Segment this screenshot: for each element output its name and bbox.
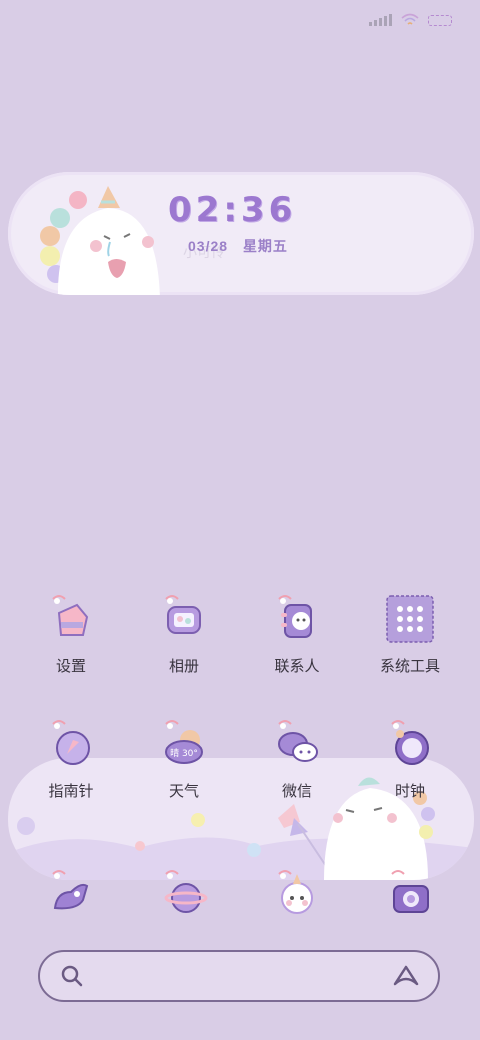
wechat-icon (273, 720, 321, 768)
signal-icon (369, 14, 392, 26)
dock-app-3[interactable] (241, 870, 353, 918)
app-label: 微信 (281, 783, 312, 800)
app-wechat[interactable]: 微信 (241, 720, 353, 801)
system-tools-icon (386, 595, 434, 643)
app-compass[interactable]: 指南针 (15, 720, 127, 801)
dock-app-2[interactable] (128, 870, 240, 918)
app-contacts[interactable]: 联系人 (241, 595, 353, 676)
unicorn-face-app-icon (273, 870, 321, 918)
clock-date: 03/28 (188, 238, 229, 254)
app-clock[interactable]: 时钟 (354, 720, 466, 801)
app-label: 相册 (168, 658, 199, 675)
weather-badge: 晴 30° (170, 747, 198, 759)
app-weather[interactable]: 晴 30° 天气 (128, 720, 240, 801)
compass-icon (47, 720, 95, 768)
clock-weekday: 星期五 (242, 238, 288, 254)
dock-app-1[interactable] (15, 870, 127, 918)
search-icon[interactable] (60, 964, 84, 988)
assistant-icon[interactable] (392, 964, 420, 988)
clock-widget[interactable]: 小可怜 02:36 03/28 星期五 (8, 172, 474, 295)
battery-icon (428, 14, 452, 26)
app-label: 时钟 (394, 783, 425, 800)
app-label: 天气 (168, 783, 199, 800)
clock-date-line: 03/28 星期五 (188, 236, 288, 256)
contacts-icon (273, 595, 321, 643)
unicorn-app-icon (47, 870, 95, 918)
weather-icon: 晴 30° (160, 720, 208, 768)
camera-icon (386, 870, 434, 918)
clock-icon (386, 720, 434, 768)
dock-app-4[interactable] (354, 870, 466, 918)
status-bar (369, 10, 452, 30)
app-label: 联系人 (274, 658, 320, 675)
app-label: 系统工具 (379, 658, 440, 675)
planet-app-icon (160, 870, 208, 918)
wifi-icon (401, 13, 419, 25)
app-label: 设置 (55, 658, 86, 675)
app-settings[interactable]: 设置 (15, 595, 127, 676)
clock-time: 02:36 (168, 190, 297, 230)
settings-icon (47, 595, 95, 643)
app-label: 指南针 (48, 783, 94, 800)
unicorn-crying-illustration (40, 186, 160, 295)
gallery-icon (160, 595, 208, 643)
search-bar[interactable] (38, 950, 440, 1002)
app-system-tools[interactable]: 系统工具 (354, 595, 466, 676)
app-gallery[interactable]: 相册 (128, 595, 240, 676)
